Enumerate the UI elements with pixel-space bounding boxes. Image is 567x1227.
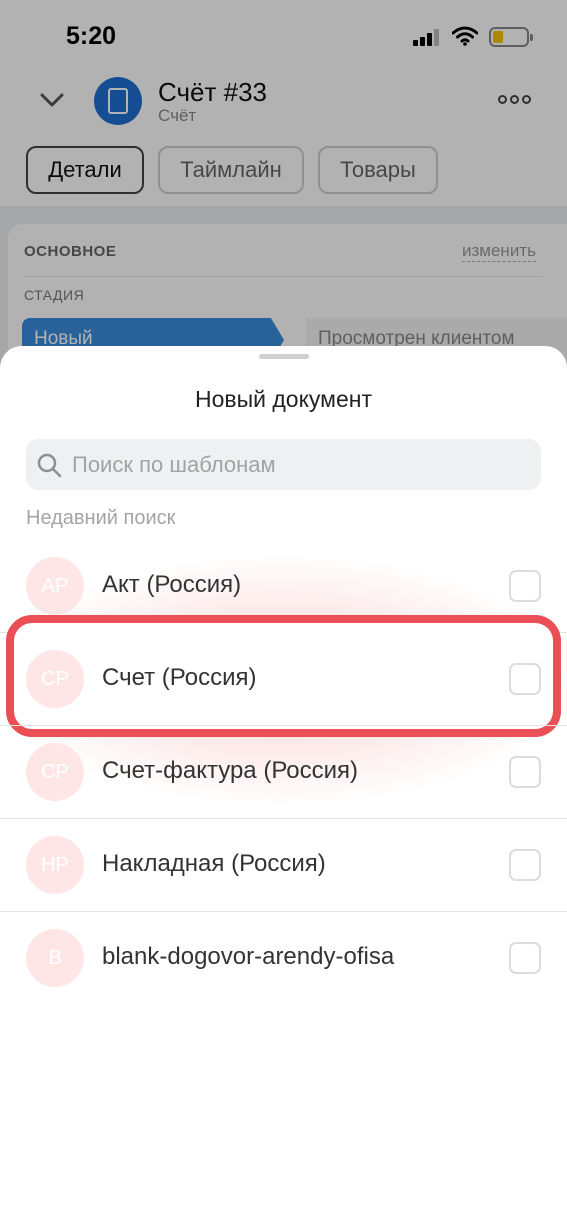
template-label: blank-dogovor-arendy-ofisa (102, 943, 395, 970)
list-item[interactable]: B blank-dogovor-arendy-ofisa (0, 912, 567, 1005)
template-avatar: CP (26, 743, 84, 801)
sheet-title: Новый документ (194, 386, 372, 412)
sheet-drag-handle[interactable] (259, 354, 309, 359)
template-checkbox[interactable] (509, 942, 541, 974)
template-label: Счет-фактура (Россия) (102, 757, 359, 784)
template-avatar: B (26, 929, 84, 987)
recent-search-label: Недавний поиск (26, 507, 176, 529)
template-avatar: HP (26, 836, 84, 894)
list-item[interactable]: CP Счет-фактура (Россия) (0, 726, 567, 819)
selection-highlight-frame (6, 615, 561, 737)
search-icon (37, 453, 62, 478)
search-input[interactable] (72, 449, 512, 481)
template-avatar: AP (26, 557, 84, 615)
template-label: Накладная (Россия) (102, 850, 326, 877)
template-label: Акт (Россия) (102, 571, 242, 598)
list-item[interactable]: HP Накладная (Россия) (0, 819, 567, 912)
template-checkbox[interactable] (509, 756, 541, 788)
template-checkbox[interactable] (509, 849, 541, 881)
template-checkbox[interactable] (509, 570, 541, 602)
